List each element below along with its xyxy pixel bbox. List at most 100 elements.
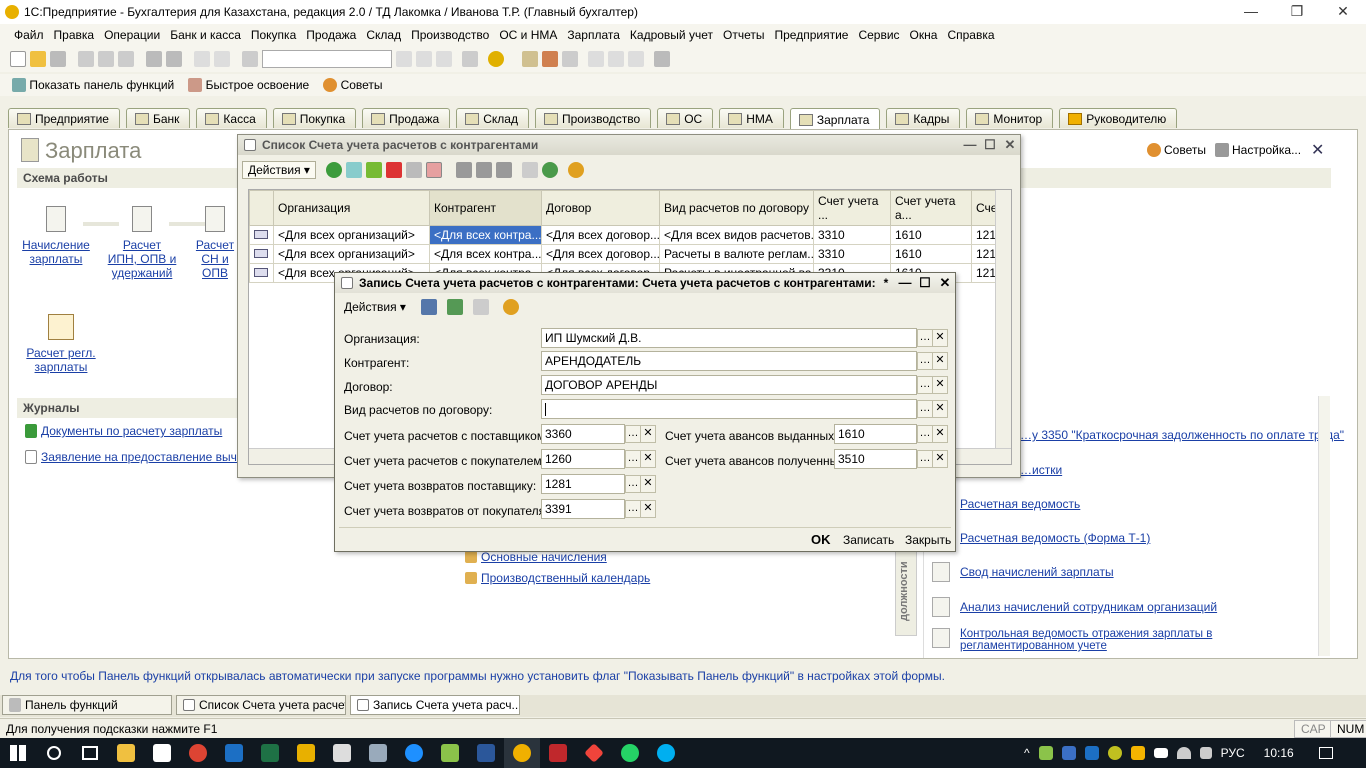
windows-start-button[interactable] xyxy=(0,738,36,768)
word-button[interactable] xyxy=(468,738,504,768)
snipping-button[interactable] xyxy=(360,738,396,768)
save-button[interactable]: Записать xyxy=(843,533,894,547)
menu-os-nma[interactable]: ОС и НМА xyxy=(499,28,557,42)
tab-cash[interactable]: Касса xyxy=(196,108,267,128)
org-clear-button[interactable]: ✕ xyxy=(932,329,948,347)
adv-received-select-button[interactable]: … xyxy=(917,450,933,468)
tab-nma[interactable]: НМА xyxy=(719,108,784,128)
record-maximize-button[interactable]: ☐ xyxy=(915,273,935,293)
column-header[interactable]: Договор xyxy=(541,190,660,226)
contractor-select-button[interactable]: … xyxy=(917,352,933,370)
report-payroll-t1[interactable]: Расчетная ведомость (Форма Т-1) xyxy=(932,528,1150,548)
record-window-titlebar[interactable]: Запись Счета учета расчетов с контрагент… xyxy=(335,273,955,293)
org-field[interactable]: ИП Шумский Д.В. xyxy=(541,328,917,348)
windows-icon[interactable] xyxy=(462,51,478,67)
reports-scrollbar[interactable] xyxy=(1318,396,1330,656)
panel-close-icon[interactable]: ✕ xyxy=(1311,140,1324,160)
record-actions-menu[interactable]: Действия ▾ xyxy=(339,299,411,315)
kind-clear-button[interactable]: ✕ xyxy=(932,400,948,418)
search-input[interactable] xyxy=(262,50,392,68)
buyer-select-button[interactable]: … xyxy=(625,450,641,468)
list-close-button[interactable]: ✕ xyxy=(1000,135,1020,155)
help-icon[interactable] xyxy=(567,162,584,178)
menu-salary[interactable]: Зарплата xyxy=(567,28,620,42)
tab-hr[interactable]: Кадры xyxy=(886,108,961,128)
report-accrual-summary[interactable]: Свод начислений зарплаты xyxy=(932,562,1114,582)
tab-os[interactable]: ОС xyxy=(657,108,714,128)
whatsapp-button[interactable] xyxy=(612,738,648,768)
tray-people-icon[interactable] xyxy=(1038,746,1053,760)
delete-icon[interactable] xyxy=(385,162,402,178)
calendar-icon[interactable] xyxy=(542,51,558,67)
task-view-button[interactable] xyxy=(72,738,108,768)
help-icon[interactable] xyxy=(502,299,519,315)
info-icon[interactable] xyxy=(488,51,504,67)
ok-button[interactable]: OK xyxy=(811,532,831,547)
m-icon[interactable] xyxy=(588,51,604,67)
menu-edit[interactable]: Правка xyxy=(54,28,95,42)
redo-icon[interactable] xyxy=(214,51,230,67)
menu-reports[interactable]: Отчеты xyxy=(723,28,764,42)
menu-windows[interactable]: Окна xyxy=(910,28,938,42)
buyer-field[interactable]: 1260 xyxy=(541,449,625,469)
copy-row-icon[interactable] xyxy=(345,162,362,178)
tips-button[interactable]: Советы xyxy=(323,78,383,93)
supplier-clear-button[interactable]: ✕ xyxy=(640,425,656,443)
adv-issued-select-button[interactable]: … xyxy=(917,425,933,443)
refresh-icon[interactable] xyxy=(541,162,558,178)
ret-supplier-select-button[interactable]: … xyxy=(625,475,641,493)
paste-icon[interactable] xyxy=(118,51,134,67)
contractor-clear-button[interactable]: ✕ xyxy=(932,352,948,370)
scheme-item-accrual[interactable]: Начисление зарплаты xyxy=(21,206,91,266)
adv-received-field[interactable]: 3510 xyxy=(834,449,917,469)
task-function-panel[interactable]: Панель функций xyxy=(2,695,172,715)
scheme-item-sn[interactable]: Расчет СН и ОПВ xyxy=(191,206,239,280)
kind-select-button[interactable]: … xyxy=(917,400,933,418)
adv-issued-clear-button[interactable]: ✕ xyxy=(932,425,948,443)
cut-icon[interactable] xyxy=(78,51,94,67)
menu-warehouse[interactable]: Склад xyxy=(366,28,401,42)
wifi-icon[interactable] xyxy=(1176,747,1191,759)
tray-drive-icon[interactable] xyxy=(1130,746,1145,760)
supplier-field[interactable]: 3360 xyxy=(541,424,625,444)
tray-m-icon[interactable] xyxy=(1061,746,1076,760)
new-document-icon[interactable] xyxy=(10,51,26,67)
minimize-button[interactable]: — xyxy=(1228,0,1274,24)
report-accrual-analysis[interactable]: Анализ начислений сотрудникам организаци… xyxy=(932,597,1217,617)
save-icon[interactable] xyxy=(50,51,66,67)
anydesk-button[interactable] xyxy=(576,738,612,768)
list-actions-menu[interactable]: Действия ▾ xyxy=(242,161,316,179)
journal-deduction-request[interactable]: Заявление на предоставление вычета xyxy=(25,450,241,464)
language-indicator[interactable]: РУС xyxy=(1221,746,1245,760)
kind-field[interactable] xyxy=(541,399,917,419)
buyer-clear-button[interactable]: ✕ xyxy=(640,450,656,468)
adv-received-clear-button[interactable]: ✕ xyxy=(932,450,948,468)
store-button[interactable] xyxy=(144,738,180,768)
adv-issued-field[interactable]: 1610 xyxy=(834,424,917,444)
contractor-field[interactable]: АРЕНДОДАТЕЛЬ xyxy=(541,351,917,371)
explorer-button[interactable] xyxy=(108,738,144,768)
table-row[interactable]: <Для всех организаций> <Для всех контра.… xyxy=(249,225,998,245)
copy-icon[interactable] xyxy=(98,51,114,67)
scheme-item-regl[interactable]: Расчет регл. зарплаты xyxy=(21,314,101,374)
contract-field[interactable]: ДОГОВОР АРЕНДЫ xyxy=(541,375,917,395)
ie-button[interactable] xyxy=(396,738,432,768)
excel-button[interactable] xyxy=(252,738,288,768)
menu-bank-cash[interactable]: Банк и касса xyxy=(170,28,241,42)
calculator-icon[interactable] xyxy=(522,51,538,67)
skype-button[interactable] xyxy=(648,738,684,768)
outlook-button[interactable] xyxy=(216,738,252,768)
calculator-button[interactable] xyxy=(324,738,360,768)
post-icon[interactable] xyxy=(405,162,422,178)
search-button[interactable] xyxy=(36,738,72,768)
directory-production-calendar[interactable]: Производственный календарь xyxy=(465,571,650,585)
m-plus-icon[interactable] xyxy=(608,51,624,67)
tools-icon[interactable] xyxy=(654,51,670,67)
ret-buyer-field[interactable]: 3391 xyxy=(541,499,625,519)
close-form-button[interactable]: Закрыть xyxy=(905,533,951,547)
filter-history-icon[interactable] xyxy=(495,162,512,178)
filter-value-icon[interactable] xyxy=(475,162,492,178)
panel-tips-link[interactable]: Советы xyxy=(1147,143,1206,157)
app-red-button[interactable] xyxy=(540,738,576,768)
clear-search-icon[interactable] xyxy=(396,51,412,67)
